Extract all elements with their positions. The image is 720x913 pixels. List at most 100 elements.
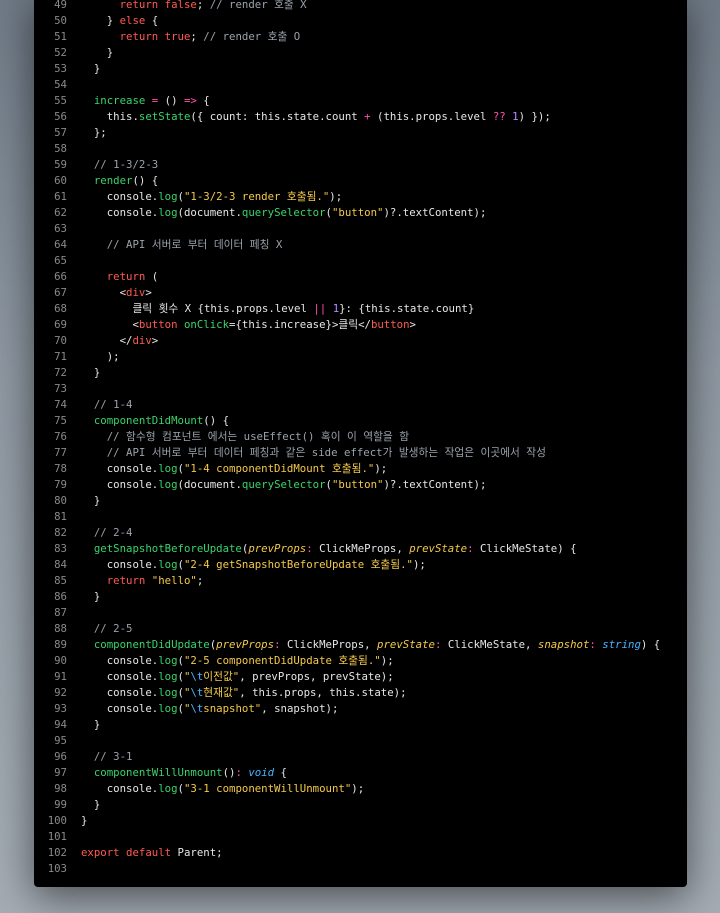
code-line: 52 }: [34, 45, 113, 61]
code-token: // 3-1: [93, 750, 133, 763]
code-token: true: [164, 30, 191, 43]
line-code: } else {: [81, 13, 159, 29]
code-token: :: [467, 542, 480, 555]
code-line: 70 </div>: [34, 333, 158, 349]
line-code: return (: [81, 269, 158, 285]
code-token: getSnapshotBeforeUpdate: [93, 542, 242, 555]
line-number: 50: [54, 14, 67, 27]
line-number: 52: [54, 46, 67, 59]
code-token: ) });: [518, 110, 551, 123]
code-token: prevState: [409, 542, 468, 555]
code-token: "hello": [151, 574, 197, 587]
line-code: </div>: [81, 333, 159, 349]
code-token: console.: [81, 478, 159, 491]
code-token: "button": [331, 206, 384, 219]
code-token: 이전값": [203, 670, 240, 683]
code-editor-window: 49 return false; // render 호출 X 50 } else…: [34, 0, 687, 887]
code-token: "2-5 componentDidUpdate 호출됨.": [183, 654, 381, 667]
code-line: 99 }: [34, 797, 100, 813]
line-code: console.log(document.querySelector("butt…: [81, 477, 487, 493]
code-line: 54: [34, 77, 67, 93]
line-number: 73: [54, 382, 67, 395]
line-code: console.log("\t이전값", prevProps, prevStat…: [81, 669, 394, 685]
code-line: 89 componentDidUpdate(prevProps: ClickMe…: [34, 637, 660, 653]
line-number: 74: [54, 398, 67, 411]
line-number: 98: [54, 782, 67, 795]
line-number: 80: [54, 494, 67, 507]
line-code: };: [81, 125, 107, 141]
code-token: );: [374, 462, 388, 475]
code-token: querySelector: [241, 206, 326, 219]
code-token: // render 호출 X: [209, 0, 307, 11]
code-token: ;: [190, 30, 204, 43]
code-token: onClick: [183, 318, 230, 331]
code-token: div: [132, 334, 152, 347]
line-code: componentDidMount() {: [81, 413, 229, 429]
line-code: // 1-4: [81, 397, 133, 413]
code-token: }: [81, 798, 101, 811]
code-token: default: [126, 846, 172, 859]
line-number: 81: [54, 510, 67, 523]
code-line: 83 getSnapshotBeforeUpdate(prevProps: Cl…: [34, 541, 576, 557]
line-number: 62: [54, 206, 67, 219]
line-number: 91: [54, 670, 67, 683]
code-token: log: [158, 702, 178, 715]
line-number: 58: [54, 142, 67, 155]
code-token: }: [81, 718, 101, 731]
line-number: 94: [54, 718, 67, 731]
code-line: 88 // 2-5: [34, 621, 132, 637]
line-code: componentWillUnmount(): void {: [81, 765, 287, 781]
code-token: {: [196, 94, 210, 107]
code-token: div: [126, 286, 146, 299]
code-token: 현재값": [203, 686, 240, 699]
line-code: render() {: [81, 173, 158, 189]
line-code: // 함수형 컴포넌트 에서는 useEffect() 혹이 이 역할을 함: [81, 429, 409, 445]
line-code: }: [81, 61, 100, 77]
code-token: (): [158, 94, 184, 107]
line-number: 66: [54, 270, 67, 283]
line-number: 88: [54, 622, 67, 635]
code-line: 61 console.log("1-3/2-3 render 호출됨.");: [34, 189, 342, 205]
line-code: this.setState({ count: this.state.count …: [81, 109, 551, 125]
code-token: button: [138, 318, 178, 331]
line-code: console.log("1-3/2-3 render 호출됨.");: [81, 189, 342, 205]
code-token: :: [434, 638, 448, 651]
line-code: console.log("1-4 componentDidMount 호출됨."…: [81, 461, 387, 477]
line-number: 87: [54, 606, 67, 619]
code-token: >: [409, 318, 416, 331]
code-token: , this.props, this.state);: [239, 686, 407, 699]
code-line: 86 }: [34, 589, 100, 605]
code-token: snapshot": [203, 702, 262, 715]
code-line: 58: [34, 141, 67, 157]
code-token: </: [81, 334, 133, 347]
code-token: =>: [183, 94, 197, 107]
code-line: 66 return (: [34, 269, 158, 285]
code-token: increase: [93, 94, 146, 107]
line-number: 85: [54, 574, 67, 587]
code-token: :: [235, 766, 249, 779]
code-token: setState: [138, 110, 191, 123]
code-token: }: [81, 62, 101, 75]
code-token: \t: [190, 686, 204, 699]
code-token: Parent;: [171, 846, 223, 859]
line-number: 57: [54, 126, 67, 139]
code-token: componentDidUpdate: [93, 638, 210, 651]
code-line: 67 <div>: [34, 285, 152, 301]
line-number: 63: [54, 222, 67, 235]
line-code: 클릭 횟수 X {this.props.level || 1}: {this.s…: [81, 301, 474, 317]
line-number: 51: [54, 30, 67, 43]
code-line: 103: [34, 861, 67, 877]
code-token: else: [119, 14, 146, 27]
code-line: 98 console.log("3-1 componentWillUnmount…: [34, 781, 364, 797]
code-token: log: [158, 686, 178, 699]
code-line: 50 } else {: [34, 13, 158, 29]
code-token: console.: [81, 206, 159, 219]
code-line: 51 return true; // render 호출 O: [34, 29, 300, 45]
code-token: >: [145, 286, 152, 299]
code-token: // 2-5: [93, 622, 133, 635]
